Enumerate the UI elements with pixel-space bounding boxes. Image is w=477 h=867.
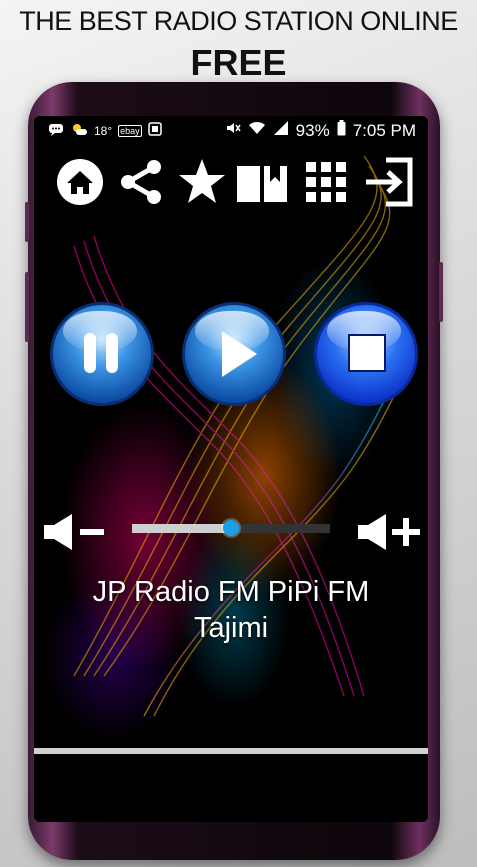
book-icon[interactable] [234, 156, 290, 208]
weather-icon [70, 122, 88, 139]
star-icon[interactable] [176, 156, 228, 208]
station-name-line1: JP Radio FM PiPi FM [92, 576, 370, 608]
stop-button[interactable] [314, 302, 418, 406]
volume-slider-fill [132, 524, 231, 533]
play-icon [222, 331, 257, 377]
chat-icon [48, 123, 64, 139]
status-bar: 18° ebay 93% 7:05 PM [34, 116, 428, 146]
volume-slider-thumb[interactable] [223, 520, 239, 536]
temperature: 18° [94, 123, 113, 138]
volume-slider[interactable] [132, 520, 330, 536]
toolbar [54, 156, 424, 212]
station-name: JP Radio FM PiPi FM Tajimi [34, 574, 428, 646]
phone-screen: 18° ebay 93% 7:05 PM JP Radio FM PiPi FM… [34, 116, 428, 822]
volume-row [34, 512, 428, 552]
station-name-line2: Tajimi [193, 612, 269, 644]
battery-percent: 93% [295, 120, 330, 140]
clock: 7:05 PM [352, 120, 416, 140]
promo-headline: THE BEST RADIO STATION ONLINE [19, 6, 458, 36]
volume-up-icon[interactable] [356, 512, 422, 557]
volume-down-icon[interactable] [42, 512, 108, 557]
home-icon[interactable] [54, 156, 106, 208]
battery-icon [337, 120, 346, 141]
signal-icon [273, 120, 289, 141]
play-button[interactable] [182, 302, 286, 406]
ebay-icon: ebay [118, 124, 142, 137]
stop-icon [348, 334, 386, 372]
power-button [439, 262, 443, 322]
promo-subheadline: FREE [190, 42, 287, 83]
divider [34, 748, 428, 754]
screenshot-icon [147, 122, 162, 139]
pause-button[interactable] [50, 302, 154, 406]
bixby-button [25, 272, 29, 342]
volume-rocker [25, 202, 29, 242]
status-right: 93% 7:05 PM [225, 120, 416, 141]
mute-icon [225, 120, 241, 141]
share-icon[interactable] [116, 156, 168, 208]
exit-icon[interactable] [362, 156, 414, 208]
status-left: 18° ebay [48, 122, 162, 139]
wifi-icon [248, 120, 266, 141]
grid-icon[interactable] [300, 156, 352, 208]
pause-icon [84, 333, 118, 373]
